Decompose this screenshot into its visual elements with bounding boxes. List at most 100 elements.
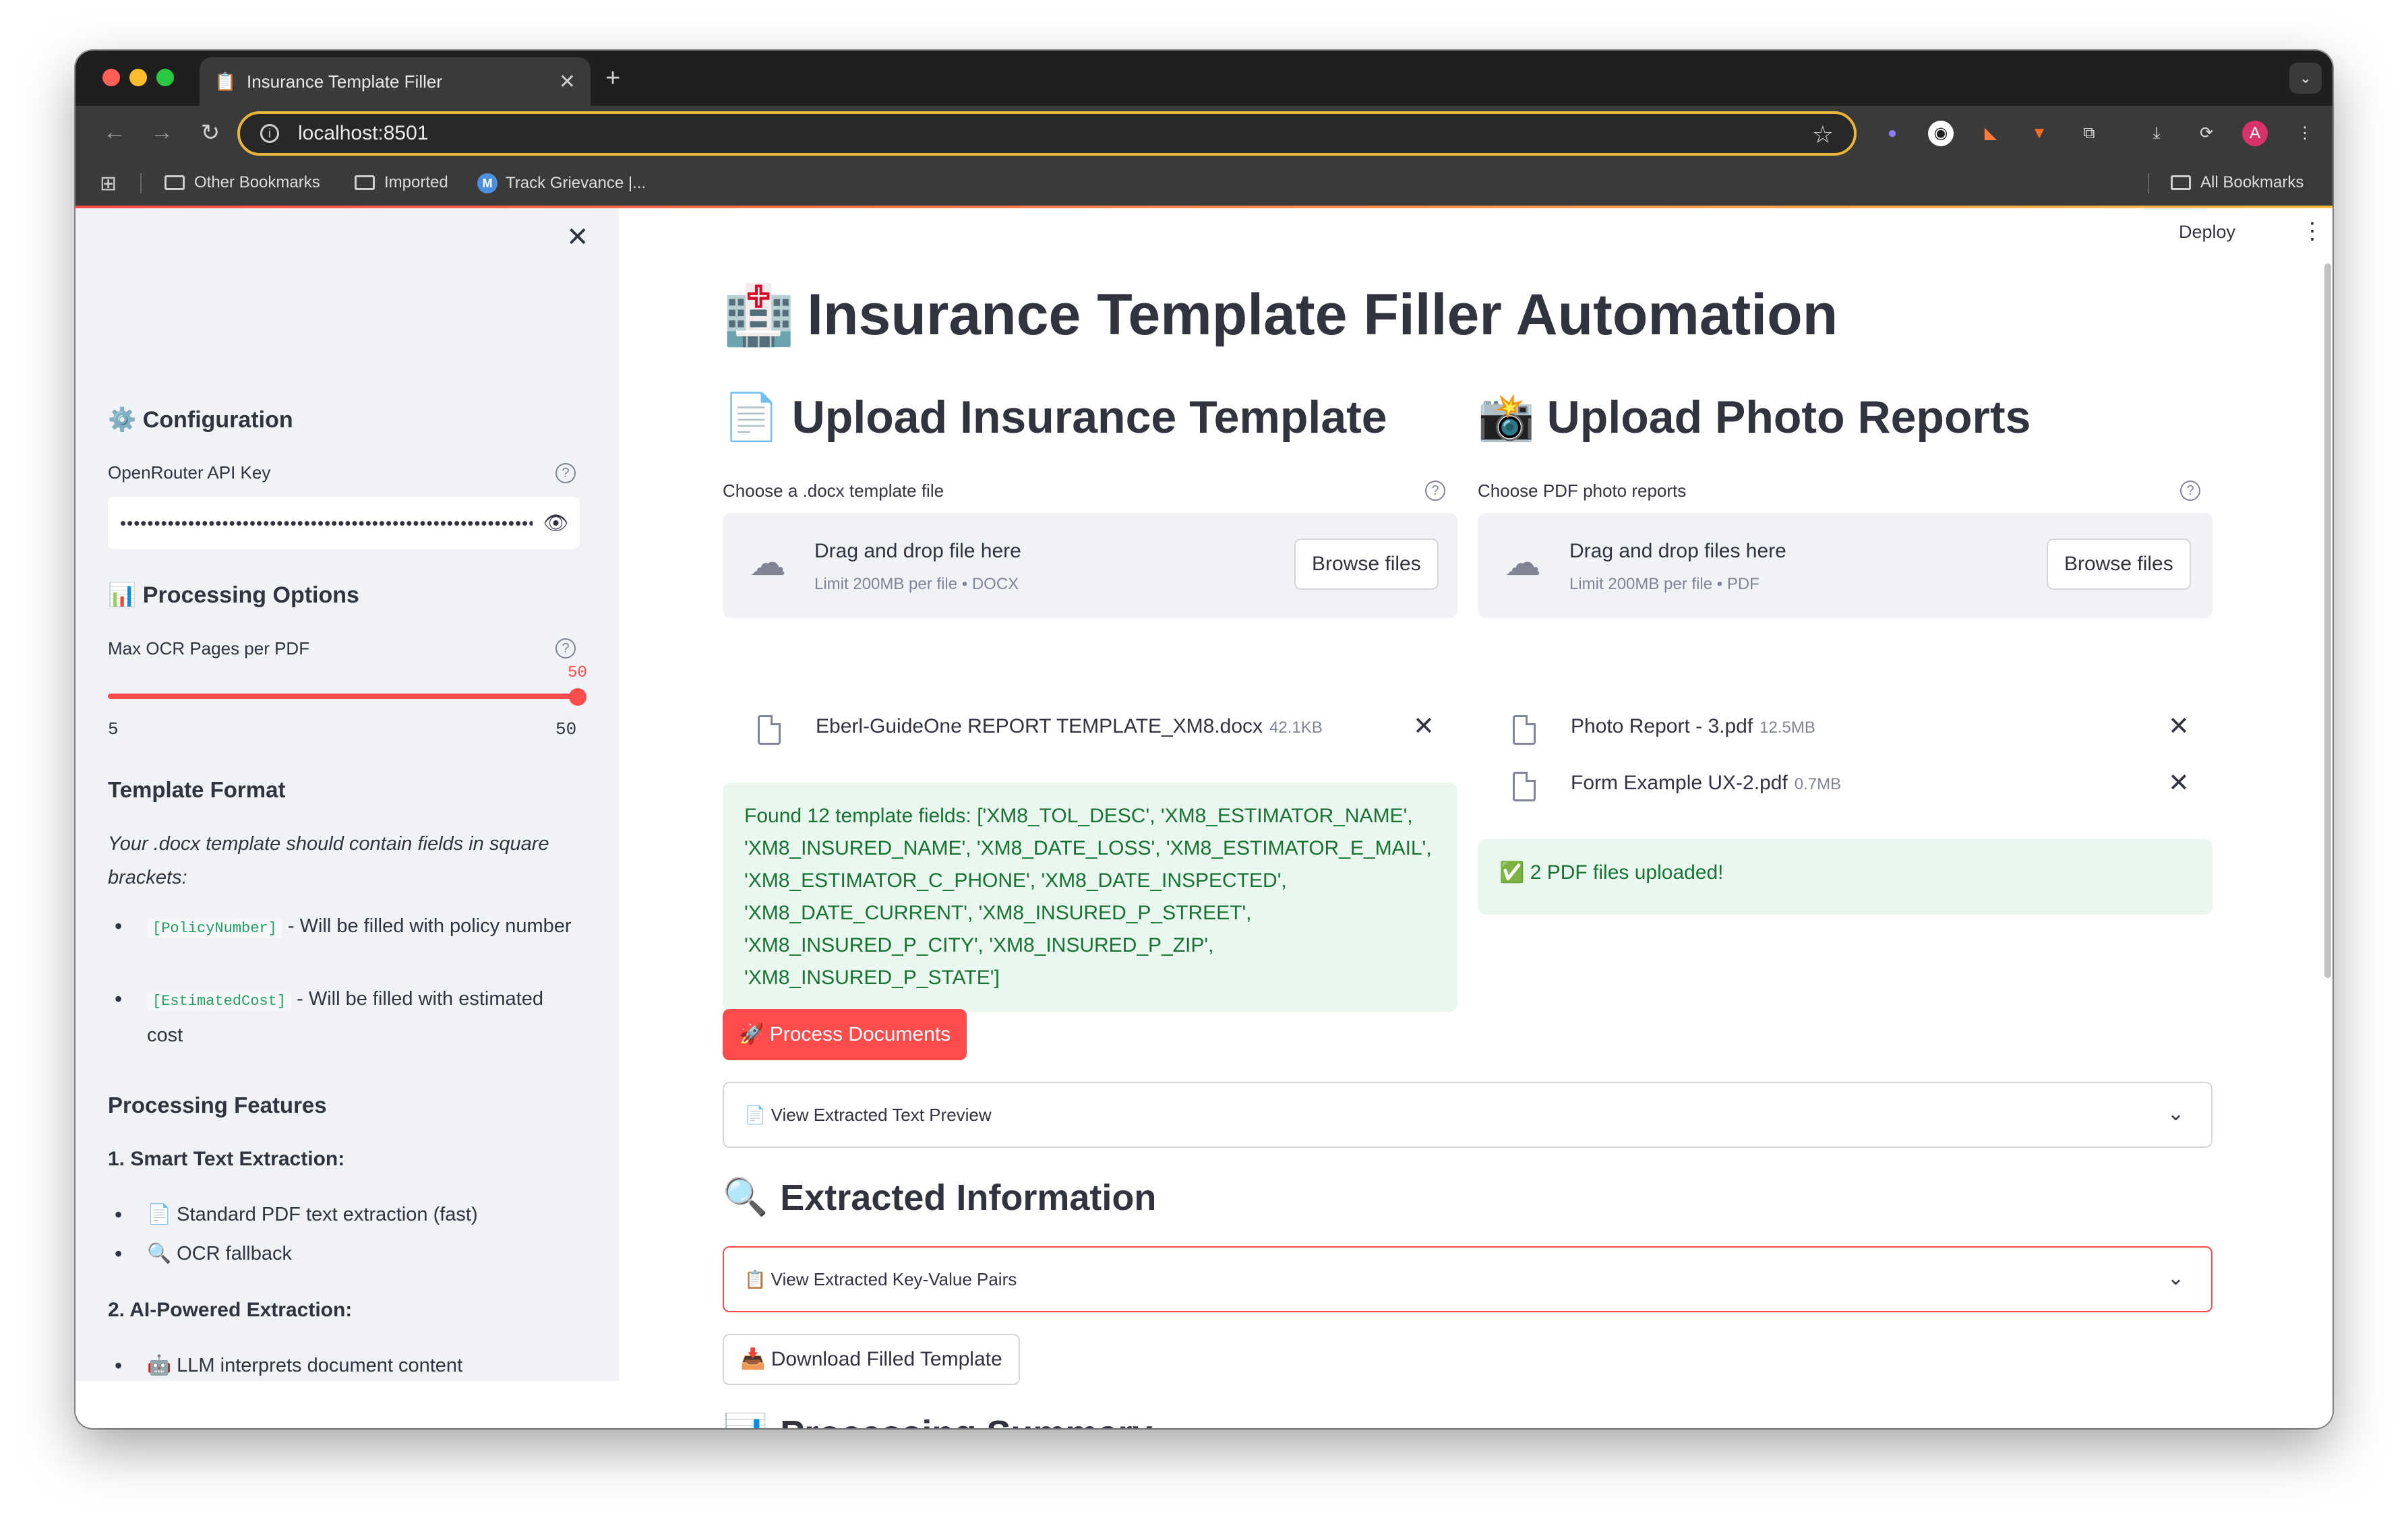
- ocr-pages-slider[interactable]: [108, 694, 580, 699]
- file-name: Photo Report - 3.pdf: [1571, 715, 1753, 737]
- api-key-label: OpenRouter API Key: [108, 462, 271, 483]
- download-template-button[interactable]: 📥 Download Filled Template: [723, 1334, 1020, 1385]
- file-name: Eberl-GuideOne REPORT TEMPLATE_XM8.docx: [816, 715, 1263, 737]
- browser-window: 📋 Insurance Template Filler ✕ + ⌄ ← → ↻ …: [76, 51, 2332, 1428]
- extensions-puzzle-icon[interactable]: ⧉: [2076, 121, 2102, 146]
- folder-icon: [164, 175, 185, 190]
- help-icon[interactable]: ?: [555, 638, 576, 659]
- reload-icon[interactable]: ↻: [197, 119, 224, 146]
- bookmark-imported[interactable]: Imported: [355, 173, 448, 192]
- scrollbar[interactable]: [2324, 264, 2331, 978]
- deploy-button[interactable]: Deploy: [2179, 222, 2235, 243]
- feature-heading: 1. Smart Text Extraction:: [108, 1148, 345, 1170]
- slider-min: 5: [108, 719, 119, 739]
- bookmark-label: Imported: [384, 173, 448, 191]
- processing-options-heading: 📊 Processing Options: [108, 582, 359, 608]
- heading-text: Upload Photo Reports: [1546, 392, 2031, 443]
- remove-file-icon[interactable]: ✕: [2168, 768, 2190, 798]
- help-icon[interactable]: ?: [555, 463, 576, 483]
- bookmark-all[interactable]: All Bookmarks: [2171, 173, 2304, 192]
- bookmark-star-icon[interactable]: ☆: [1812, 121, 1834, 149]
- bookmark-label: Other Bookmarks: [194, 173, 320, 191]
- remove-file-icon[interactable]: ✕: [2168, 711, 2190, 741]
- apps-grid-icon[interactable]: ⊞: [100, 172, 117, 195]
- bookmark-divider: [140, 173, 142, 193]
- chevron-down-icon: ⌄: [2167, 1103, 2184, 1125]
- main-menu-icon[interactable]: ⋮: [2301, 218, 2324, 245]
- site-info-icon[interactable]: i: [260, 124, 279, 143]
- minimize-window-button[interactable]: [129, 69, 147, 86]
- maximize-window-button[interactable]: [156, 69, 174, 86]
- hospital-icon: 🏥: [723, 283, 795, 348]
- feature-heading: 2. AI-Powered Extraction:: [108, 1299, 353, 1321]
- sync-icon[interactable]: ⟳: [2194, 121, 2219, 146]
- uploaded-file: Photo Report - 3.pdf 12.5MB: [1571, 715, 1815, 738]
- help-icon[interactable]: ?: [1425, 481, 1445, 501]
- remove-file-icon[interactable]: ✕: [1413, 711, 1435, 741]
- heading-text: Extracted Information: [780, 1177, 1157, 1218]
- heading-text: Processing Summary: [780, 1413, 1152, 1429]
- file-size: 12.5MB: [1759, 718, 1815, 737]
- address-bar[interactable]: i localhost:8501 ☆: [237, 111, 1857, 156]
- pdf-uploaded-alert: ✅ 2 PDF files uploaded!: [1478, 839, 2213, 915]
- cloud-upload-icon: ☁: [750, 543, 786, 583]
- template-dropzone[interactable]: ☁ Drag and drop file here Limit 200MB pe…: [723, 513, 1457, 618]
- main-content: Deploy ⋮ 🏥 Insurance Template Filler Aut…: [619, 208, 2332, 1428]
- folder-icon: [355, 175, 375, 190]
- photos-dropzone[interactable]: ☁ Drag and drop files here Limit 200MB p…: [1478, 513, 2213, 618]
- tab-search-chevron-icon[interactable]: ⌄: [2289, 63, 2322, 94]
- chevron-down-icon: ⌄: [2167, 1267, 2184, 1289]
- tab-close-icon[interactable]: ✕: [559, 70, 576, 94]
- dropzone-title: Drag and drop files here: [1569, 540, 1786, 562]
- magnifier-icon: 🔍: [723, 1177, 769, 1217]
- processing-features-heading: Processing Features: [108, 1093, 327, 1118]
- bookmark-track-grievance[interactable]: M Track Grievance |...: [477, 173, 646, 193]
- file-icon: [758, 715, 781, 745]
- back-arrow-icon[interactable]: ←: [101, 119, 128, 146]
- list-item: [EstimatedCost] - Will be filled with es…: [108, 982, 580, 1052]
- api-key-input[interactable]: ••••••••••••••••••••••••••••••••••••••••…: [108, 497, 580, 549]
- extension-flag-icon[interactable]: ◣: [1978, 121, 2004, 146]
- browser-tab[interactable]: 📋 Insurance Template Filler ✕: [200, 57, 591, 106]
- list-item-text: - Will be filled with policy number: [282, 915, 572, 937]
- tab-title: Insurance Template Filler: [247, 71, 442, 92]
- downloads-icon[interactable]: ⤓: [2144, 121, 2169, 146]
- forward-arrow-icon[interactable]: →: [148, 119, 175, 146]
- list-item: 📄 Standard PDF text extraction (fast): [108, 1198, 580, 1231]
- browser-menu-icon[interactable]: ⋮: [2292, 121, 2318, 146]
- file-icon: [1513, 715, 1536, 745]
- photo-reports-label: Choose PDF photo reports: [1478, 481, 1687, 501]
- close-window-button[interactable]: [102, 69, 120, 86]
- file-size: 42.1KB: [1269, 718, 1323, 737]
- help-icon[interactable]: ?: [2180, 481, 2200, 501]
- document-icon: 📄: [723, 392, 780, 443]
- expander-label: 📄 View Extracted Text Preview: [744, 1104, 992, 1125]
- sidebar-close-icon[interactable]: ✕: [566, 222, 589, 253]
- show-password-eye-icon[interactable]: 👁: [533, 512, 580, 535]
- dropzone-limit: Limit 200MB per file • PDF: [1569, 575, 1759, 593]
- template-format-heading: Template Format: [108, 777, 286, 802]
- page-title: 🏥 Insurance Template Filler Automation: [723, 281, 1838, 349]
- kv-pairs-expander[interactable]: 📋 View Extracted Key-Value Pairs ⌄: [723, 1246, 2213, 1312]
- extracted-info-heading: 🔍 Extracted Information: [723, 1176, 1156, 1219]
- expander-label: 📋 View Extracted Key-Value Pairs: [744, 1268, 1017, 1289]
- processing-summary-heading: 📊 Processing Summary: [723, 1412, 1152, 1428]
- upload-template-heading: 📄 Upload Insurance Template: [723, 390, 1387, 444]
- bar-chart-icon: 📊: [723, 1412, 768, 1428]
- extension-drop-icon[interactable]: ●: [1879, 121, 1905, 146]
- template-file-label: Choose a .docx template file: [723, 481, 944, 501]
- browse-files-button[interactable]: Browse files: [1294, 539, 1439, 590]
- slider-thumb[interactable]: [569, 688, 586, 706]
- folder-icon: [2171, 175, 2191, 190]
- api-key-value: ••••••••••••••••••••••••••••••••••••••••…: [120, 512, 533, 533]
- browse-files-button[interactable]: Browse files: [2047, 539, 2191, 590]
- bookmark-other[interactable]: Other Bookmarks: [164, 173, 320, 192]
- extension-fox-icon[interactable]: ▼: [2026, 121, 2052, 146]
- new-tab-icon[interactable]: +: [605, 64, 620, 93]
- process-documents-button[interactable]: 🚀 Process Documents: [723, 1009, 967, 1060]
- bookmark-label: All Bookmarks: [2200, 173, 2304, 191]
- file-icon: [1513, 772, 1536, 801]
- extension-cat-icon[interactable]: ◉: [1928, 121, 1954, 146]
- text-preview-expander[interactable]: 📄 View Extracted Text Preview ⌄: [723, 1082, 2213, 1148]
- profile-avatar[interactable]: A: [2242, 121, 2268, 146]
